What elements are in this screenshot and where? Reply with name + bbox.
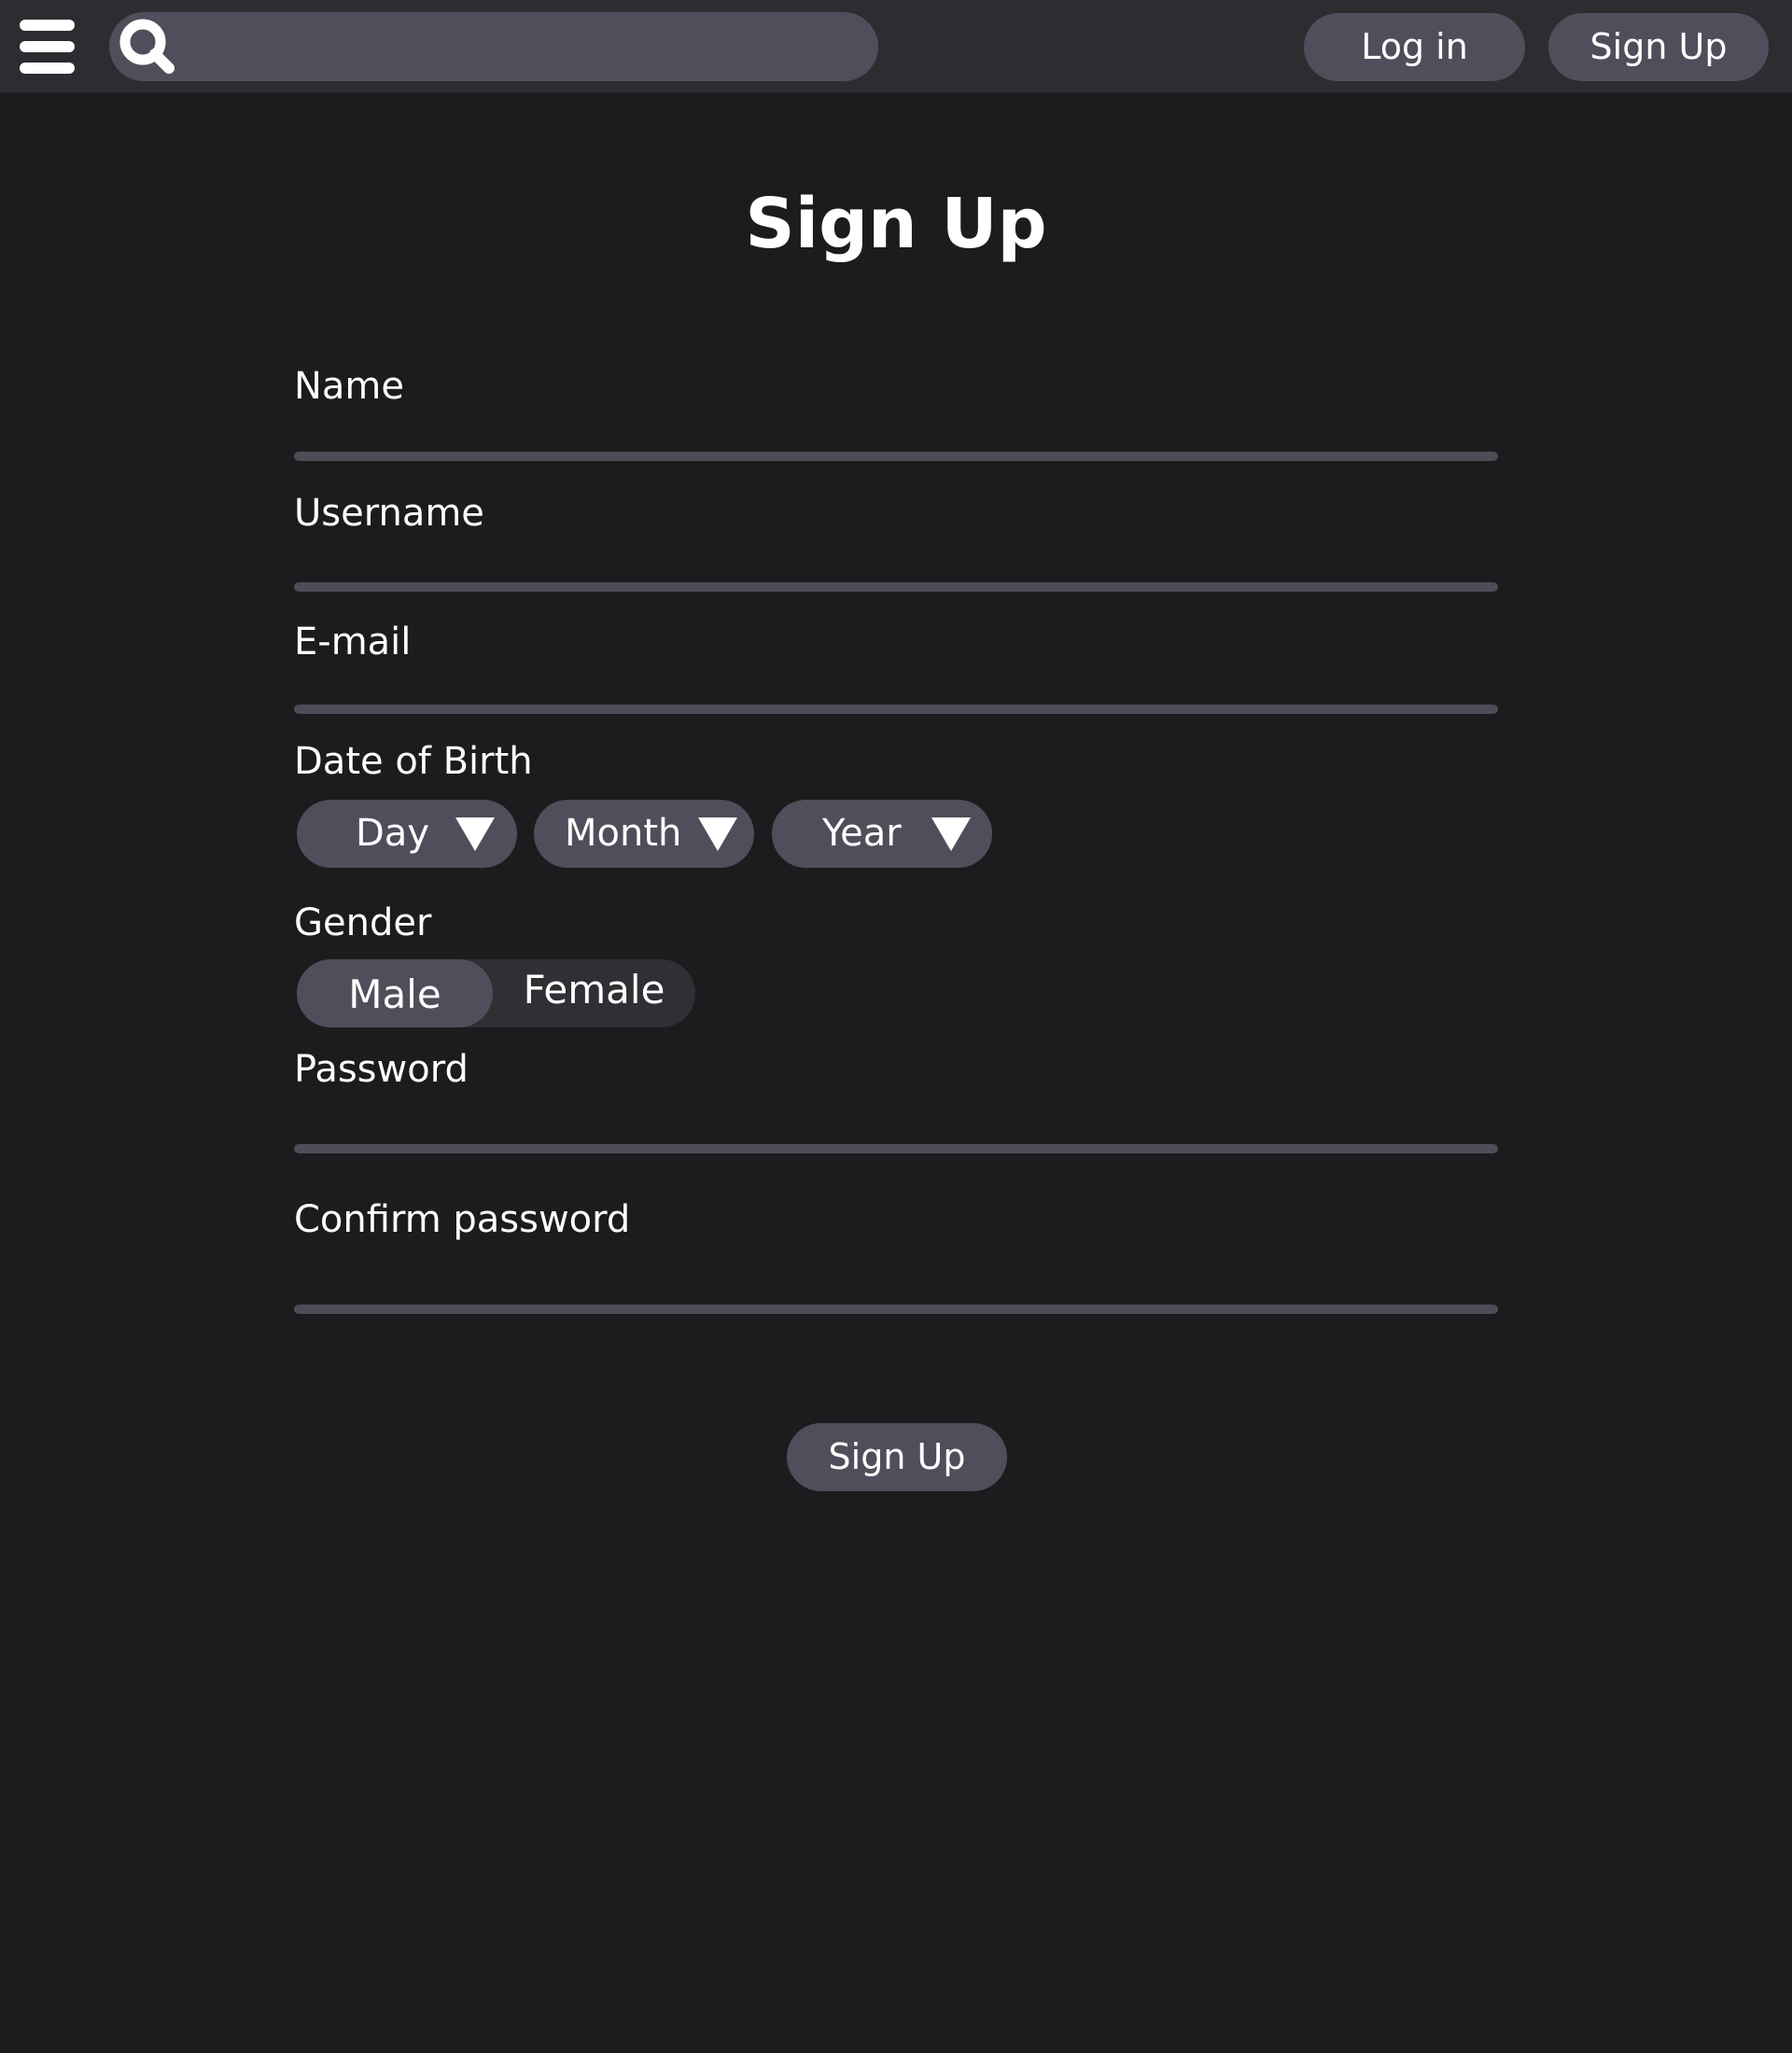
gender-option-male[interactable]: Male xyxy=(297,959,493,1027)
confirm-password-field-underline xyxy=(294,1305,1498,1314)
password-field[interactable] xyxy=(294,1092,1498,1138)
page-title: Sign Up xyxy=(745,184,1047,264)
sign-up-submit-button[interactable]: Sign Up xyxy=(787,1423,1007,1491)
username-label: Username xyxy=(294,492,484,535)
search-bar[interactable] xyxy=(109,12,878,81)
search-icon[interactable] xyxy=(118,17,175,75)
gender-label: Gender xyxy=(294,901,432,944)
confirm-password-field[interactable] xyxy=(294,1249,1498,1295)
gender-option-female[interactable]: Female xyxy=(493,959,695,1027)
log-in-button[interactable]: Log in xyxy=(1304,13,1525,81)
sign-up-nav-button[interactable]: Sign Up xyxy=(1548,13,1769,81)
email-field-underline xyxy=(294,705,1498,714)
date-of-birth-label: Date of Birth xyxy=(294,740,533,783)
day-select[interactable]: Day xyxy=(297,800,517,868)
hamburger-menu-icon[interactable] xyxy=(20,20,75,74)
year-select-label: Year xyxy=(822,812,902,855)
caret-down-icon xyxy=(931,817,971,851)
name-field[interactable] xyxy=(294,403,1498,450)
name-field-underline xyxy=(294,452,1498,461)
month-select[interactable]: Month xyxy=(534,800,754,868)
username-field[interactable] xyxy=(294,534,1498,580)
day-select-label: Day xyxy=(356,812,429,855)
month-select-label: Month xyxy=(565,812,682,855)
gender-toggle: Male Female xyxy=(297,959,695,1027)
caret-down-icon xyxy=(698,817,737,851)
confirm-password-label: Confirm password xyxy=(294,1198,631,1241)
username-field-underline xyxy=(294,582,1498,592)
top-navigation-bar: Log in Sign Up xyxy=(0,0,1792,92)
search-input[interactable] xyxy=(186,21,861,74)
email-field[interactable] xyxy=(294,658,1498,705)
year-select[interactable]: Year xyxy=(772,800,992,868)
password-field-underline xyxy=(294,1144,1498,1153)
password-label: Password xyxy=(294,1048,469,1091)
caret-down-icon xyxy=(455,817,495,851)
